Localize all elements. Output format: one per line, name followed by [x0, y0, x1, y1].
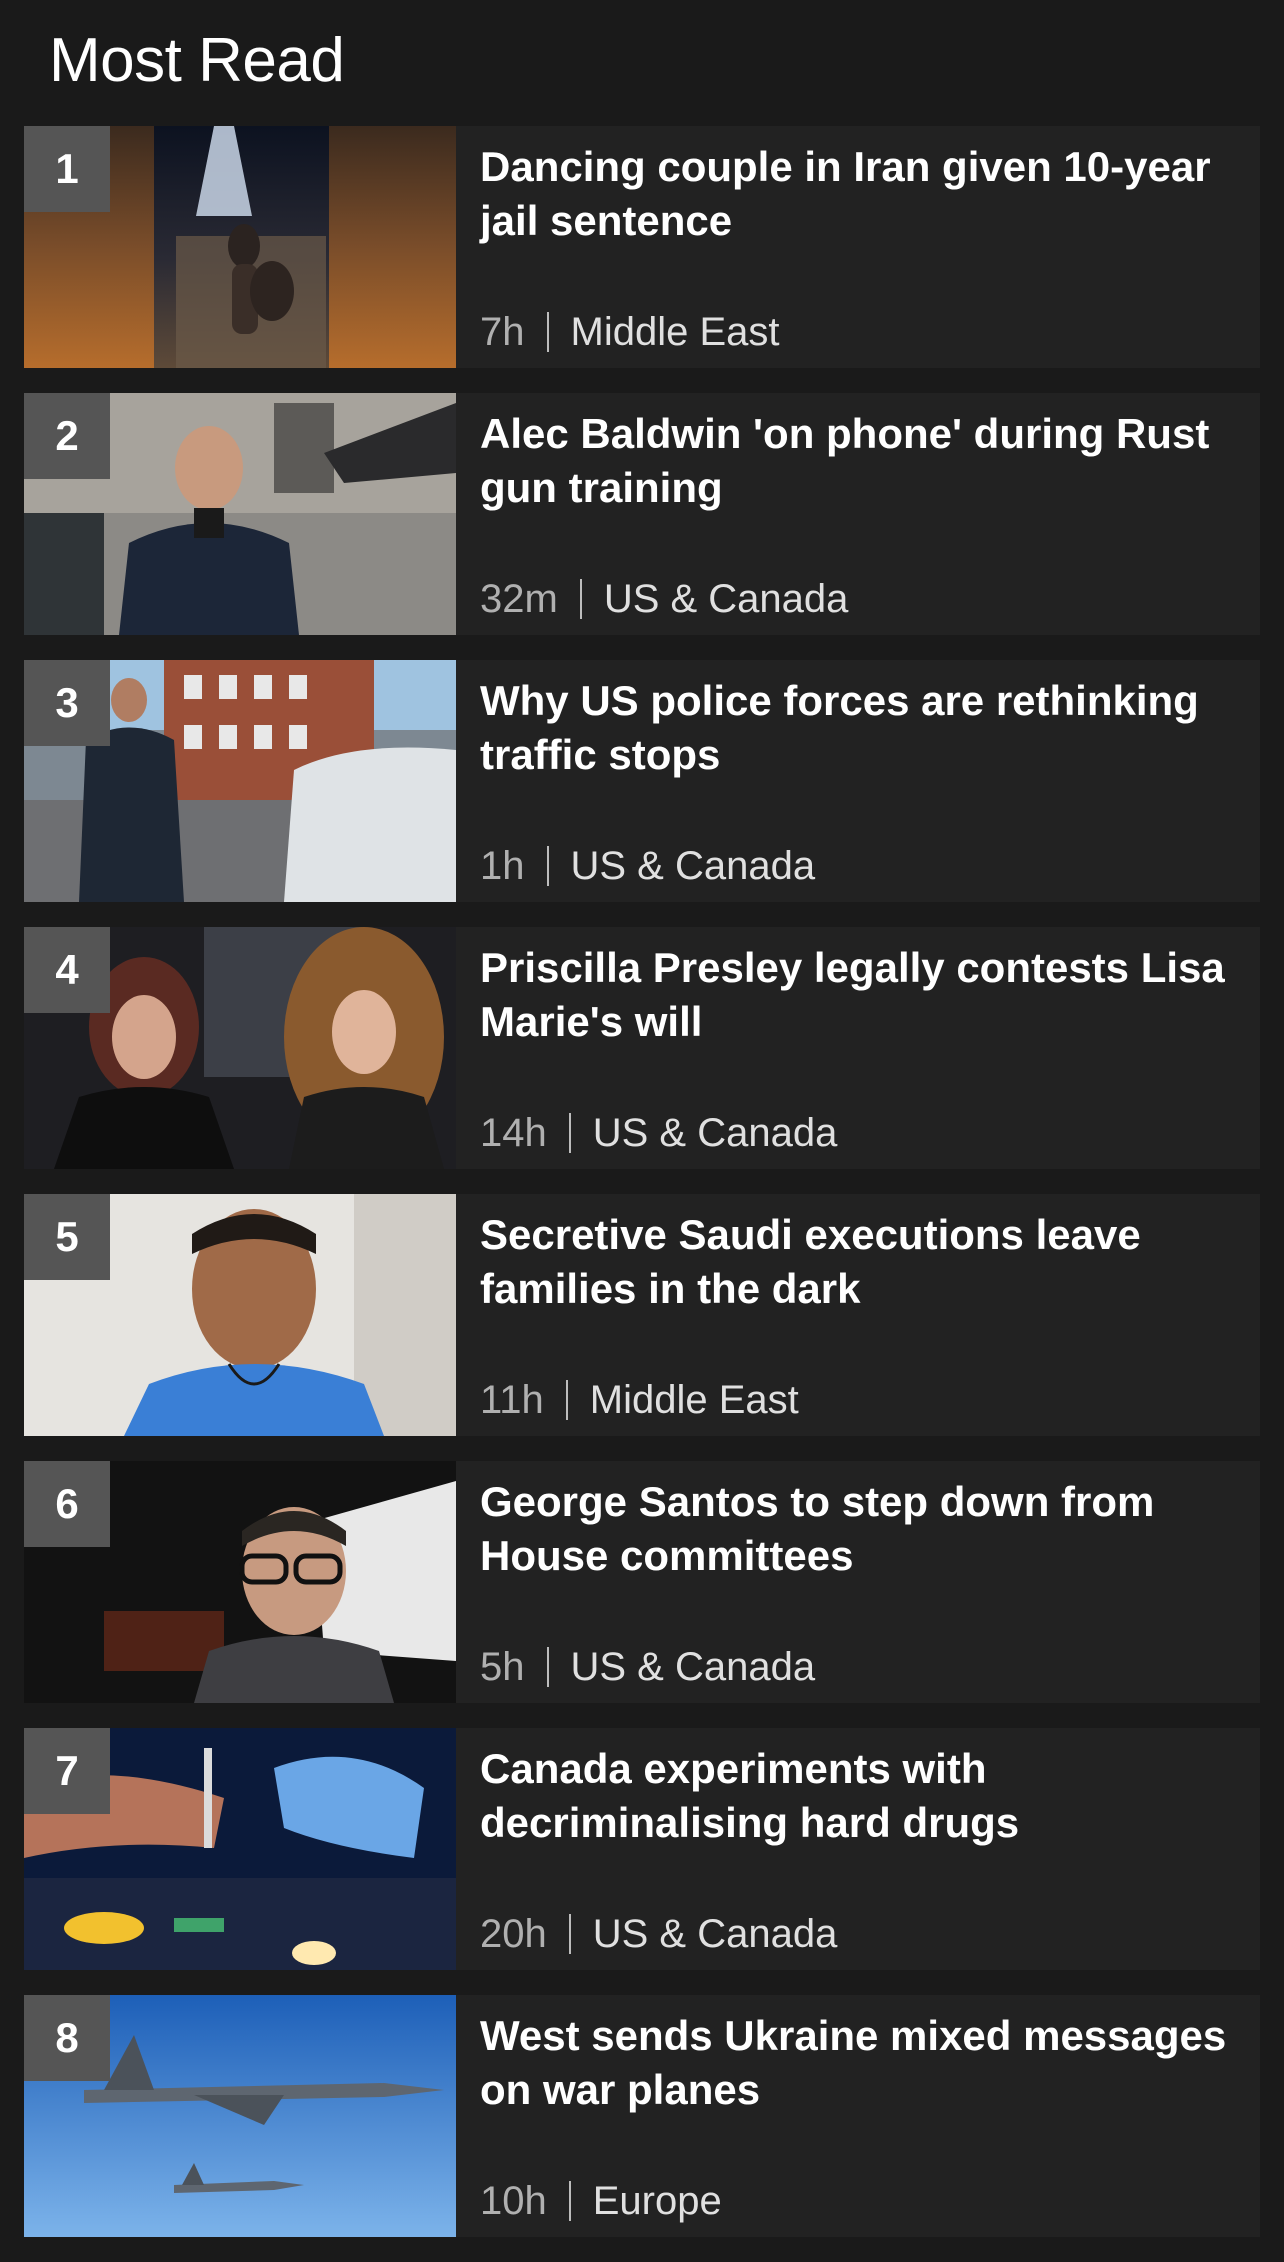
rank-badge: 4 — [24, 927, 110, 1013]
headline-link[interactable]: Dancing couple in Iran given 10-year jai… — [480, 140, 1236, 248]
item-text: Canada experiments with decriminalising … — [456, 1728, 1260, 1970]
item-meta: 20h US & Canada — [480, 1906, 837, 1962]
item-text: Dancing couple in Iran given 10-year jai… — [456, 126, 1260, 368]
list-item[interactable]: 5 Secretive Saudi executions leave famil… — [24, 1194, 1260, 1436]
rank-badge: 3 — [24, 660, 110, 746]
section-link[interactable]: Middle East — [590, 1372, 799, 1428]
list-item[interactable]: 7 Canada experiments with decriminalisin… — [24, 1728, 1260, 1970]
thumbnail-image[interactable]: 8 — [24, 1995, 456, 2237]
most-read-list: 1 Dancing couple in Iran given 10-year j… — [24, 126, 1260, 2262]
headline-link[interactable]: Alec Baldwin 'on phone' during Rust gun … — [480, 407, 1236, 515]
meta-divider — [546, 1647, 549, 1687]
item-meta: 10h Europe — [480, 2173, 722, 2229]
list-item[interactable]: 4 Priscilla Presley legally contests Lis… — [24, 927, 1260, 1169]
timestamp: 1h — [480, 844, 525, 888]
rank-badge: 7 — [24, 1728, 110, 1814]
meta-divider — [568, 2181, 571, 2221]
rank-badge: 8 — [24, 1995, 110, 2081]
rank-badge: 1 — [24, 126, 110, 212]
meta-divider — [546, 312, 549, 352]
timestamp: 14h — [480, 1111, 547, 1155]
item-meta: 11h Middle East — [480, 1372, 799, 1428]
item-meta: 7h Middle East — [480, 304, 779, 360]
list-item[interactable]: 6 George Santos to step down from House … — [24, 1461, 1260, 1703]
rank-badge: 6 — [24, 1461, 110, 1547]
list-item[interactable]: 1 Dancing couple in Iran given 10-year j… — [24, 126, 1260, 368]
timestamp: 32m — [480, 577, 558, 621]
headline-link[interactable]: Why US police forces are rethinking traf… — [480, 674, 1236, 782]
thumbnail-image[interactable]: 3 — [24, 660, 456, 902]
item-meta: 5h US & Canada — [480, 1639, 815, 1695]
list-item[interactable]: 2 Alec Baldwin 'on phone' during Rust gu… — [24, 393, 1260, 635]
timestamp: 7h — [480, 310, 525, 354]
section-link[interactable]: US & Canada — [571, 838, 816, 894]
list-item[interactable]: 8 West sends Ukraine mixed messages on w… — [24, 1995, 1260, 2237]
item-text: West sends Ukraine mixed messages on war… — [456, 1995, 1260, 2237]
thumbnail-image[interactable]: 2 — [24, 393, 456, 635]
item-text: Secretive Saudi executions leave familie… — [456, 1194, 1260, 1436]
item-meta: 32m US & Canada — [480, 571, 848, 627]
rank-badge: 2 — [24, 393, 110, 479]
thumbnail-image[interactable]: 5 — [24, 1194, 456, 1436]
section-link[interactable]: US & Canada — [604, 571, 849, 627]
thumbnail-image[interactable]: 7 — [24, 1728, 456, 1970]
timestamp: 20h — [480, 1912, 547, 1956]
thumbnail-image[interactable]: 6 — [24, 1461, 456, 1703]
meta-divider — [568, 1113, 571, 1153]
most-read-header: Most Read — [49, 10, 345, 110]
headline-link[interactable]: Priscilla Presley legally contests Lisa … — [480, 941, 1236, 1049]
section-link[interactable]: Middle East — [571, 304, 780, 360]
item-text: Alec Baldwin 'on phone' during Rust gun … — [456, 393, 1260, 635]
timestamp: 10h — [480, 2179, 547, 2223]
section-link[interactable]: US & Canada — [593, 1105, 838, 1161]
item-meta: 14h US & Canada — [480, 1105, 837, 1161]
section-link[interactable]: Europe — [593, 2173, 722, 2229]
thumbnail-image[interactable]: 1 — [24, 126, 456, 368]
section-title: Most Read — [49, 25, 345, 95]
headline-link[interactable]: Secretive Saudi executions leave familie… — [480, 1208, 1236, 1316]
meta-divider — [568, 1914, 571, 1954]
thumbnail-image[interactable]: 4 — [24, 927, 456, 1169]
timestamp: 11h — [480, 1378, 544, 1422]
item-text: George Santos to step down from House co… — [456, 1461, 1260, 1703]
item-meta: 1h US & Canada — [480, 838, 815, 894]
timestamp: 5h — [480, 1645, 525, 1689]
headline-link[interactable]: George Santos to step down from House co… — [480, 1475, 1236, 1583]
meta-divider — [579, 579, 582, 619]
list-item[interactable]: 3 Why US police forces are rethinking tr… — [24, 660, 1260, 902]
meta-divider — [546, 846, 549, 886]
section-link[interactable]: US & Canada — [593, 1906, 838, 1962]
item-text: Why US police forces are rethinking traf… — [456, 660, 1260, 902]
meta-divider — [565, 1380, 568, 1420]
section-link[interactable]: US & Canada — [571, 1639, 816, 1695]
headline-link[interactable]: Canada experiments with decriminalising … — [480, 1742, 1236, 1850]
rank-badge: 5 — [24, 1194, 110, 1280]
item-text: Priscilla Presley legally contests Lisa … — [456, 927, 1260, 1169]
headline-link[interactable]: West sends Ukraine mixed messages on war… — [480, 2009, 1236, 2117]
